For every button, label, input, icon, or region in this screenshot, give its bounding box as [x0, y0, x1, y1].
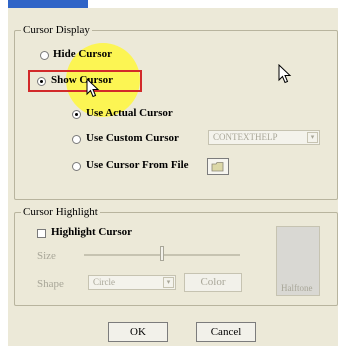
use-actual-cursor-label[interactable]: Use Actual Cursor — [86, 107, 173, 119]
folder-browse-icon — [211, 162, 224, 172]
hide-cursor-label[interactable]: Hide Cursor — [53, 48, 112, 60]
mouse-pointer-icon — [278, 64, 292, 84]
dropdown-arrow-icon[interactable]: ▾ — [307, 132, 318, 143]
hide-cursor-radio[interactable] — [40, 51, 49, 60]
custom-cursor-select[interactable]: CONTEXTHELP ▾ — [208, 130, 320, 145]
shape-value: Circle — [93, 277, 115, 287]
shape-select[interactable]: Circle ▾ — [88, 275, 176, 290]
show-cursor-radio[interactable] — [37, 77, 46, 86]
cursor-display-legend: Cursor Display — [23, 24, 90, 36]
highlight-cursor-label[interactable]: Highlight Cursor — [51, 226, 132, 238]
color-button[interactable]: Color — [184, 273, 242, 292]
size-slider-thumb[interactable] — [160, 246, 164, 261]
cancel-button[interactable]: Cancel — [196, 322, 256, 342]
ok-button[interactable]: OK — [108, 322, 168, 342]
preview-label: Halftone — [281, 283, 313, 293]
show-cursor-label[interactable]: Show Cursor — [51, 74, 113, 86]
custom-cursor-value: CONTEXTHELP — [213, 132, 278, 142]
mouse-pointer-icon — [86, 78, 100, 98]
cursor-highlight-legend: Cursor Highlight — [23, 206, 98, 218]
highlight-cursor-checkbox[interactable] — [37, 229, 46, 238]
use-custom-cursor-label[interactable]: Use Custom Cursor — [86, 132, 179, 144]
use-cursor-from-file-radio[interactable] — [72, 162, 81, 171]
use-custom-cursor-radio[interactable] — [72, 135, 81, 144]
shape-label: Shape — [37, 278, 64, 290]
highlight-preview: Halftone — [276, 226, 320, 296]
use-actual-cursor-radio[interactable] — [72, 110, 81, 119]
window-title-strip — [8, 0, 88, 8]
dropdown-arrow-icon[interactable]: ▾ — [163, 277, 174, 288]
browse-cursor-file-button[interactable] — [207, 158, 229, 175]
size-label: Size — [37, 250, 56, 262]
use-cursor-from-file-label[interactable]: Use Cursor From File — [86, 159, 189, 171]
